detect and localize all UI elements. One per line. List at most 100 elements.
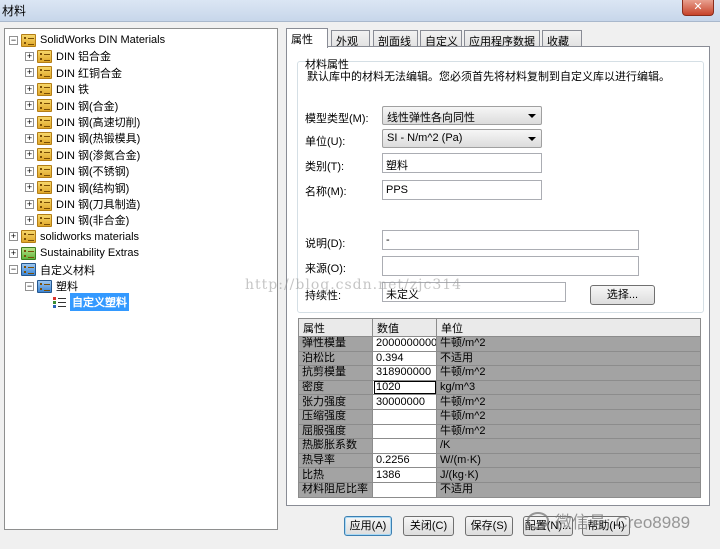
property-unit-cell: J/(kg·K)	[436, 467, 701, 483]
window-title: 材料	[2, 4, 27, 18]
table-row[interactable]: 泊松比 0.394 不适用	[298, 350, 701, 367]
expand-icon[interactable]: +	[25, 183, 34, 193]
tree-item[interactable]: − SolidWorks DIN Materials	[9, 32, 165, 48]
expand-icon[interactable]: +	[25, 215, 34, 225]
close-window-button[interactable]: ✕	[682, 0, 714, 16]
apply-button[interactable]: 应用(A)	[344, 516, 392, 536]
tab-favorites[interactable]: 收藏	[542, 30, 582, 48]
property-name-cell: 材料阻尼比率	[298, 481, 373, 498]
expand-icon[interactable]: +	[25, 150, 34, 160]
description-field[interactable]: -	[382, 230, 639, 250]
tree-item[interactable]: − 自定义材料	[9, 262, 95, 278]
property-unit-cell: /K	[436, 438, 701, 454]
material-tree[interactable]: − SolidWorks DIN Materials + DIN 铝合金 + DIN 红铜…	[4, 28, 278, 530]
tree-item[interactable]: + DIN 钢(合金)	[25, 98, 118, 114]
table-row[interactable]: 热膨胀系数/K	[298, 438, 701, 454]
property-value-cell[interactable]	[372, 481, 437, 498]
tree-item[interactable]: + DIN 钢(高速切削)	[25, 114, 140, 130]
library-folder-icon	[37, 66, 52, 80]
tree-item-label: DIN 红铜合金	[56, 67, 122, 80]
tab-properties[interactable]: 属性	[286, 28, 328, 48]
tree-item[interactable]: + Sustainability Extras	[9, 245, 139, 261]
model-type-label: 模型类型(M):	[305, 113, 369, 125]
property-value-cell[interactable]: 1020	[372, 379, 437, 396]
sustainability-field[interactable]: 未定义	[382, 282, 566, 302]
table-row[interactable]: 张力强度 30000000 牛顿/m^2	[298, 394, 701, 410]
table-row[interactable]: 密度 1020 kg/m^3	[298, 379, 701, 396]
property-value-cell[interactable]: 318900000	[372, 365, 437, 381]
collapse-icon[interactable]: −	[25, 281, 34, 291]
source-field[interactable]	[382, 256, 639, 276]
expand-icon[interactable]: +	[25, 166, 34, 176]
close-button[interactable]: 关闭(C)	[403, 516, 454, 536]
property-value-cell[interactable]	[372, 423, 437, 440]
table-row[interactable]: 材料阻尼比率 不适用	[298, 481, 701, 498]
expand-icon[interactable]: +	[25, 199, 34, 209]
collapse-icon[interactable]: −	[9, 265, 18, 275]
tab-custom[interactable]: 自定义	[420, 30, 462, 48]
property-value-cell[interactable]	[372, 438, 437, 454]
save-button[interactable]: 保存(S)	[465, 516, 513, 536]
expand-icon[interactable]: +	[25, 51, 34, 61]
tree-item[interactable]: + DIN 铁	[25, 81, 89, 97]
library-folder-icon	[37, 148, 52, 162]
tree-item-label: DIN 钢(不锈钢)	[56, 166, 130, 179]
tree-item[interactable]: + DIN 钢(不锈钢)	[25, 163, 129, 179]
tree-item[interactable]: + solidworks materials	[9, 229, 139, 245]
library-folder-icon	[37, 99, 52, 113]
units-select[interactable]: SI - N/m^2 (Pa)	[382, 129, 542, 148]
tree-item-label: SolidWorks DIN Materials	[40, 34, 166, 46]
expand-icon[interactable]: +	[9, 248, 18, 258]
tree-item-label: DIN 钢(非合金)	[56, 215, 130, 228]
property-name-cell: 比热	[298, 467, 373, 483]
tree-item[interactable]: + DIN 钢(刀具制造)	[25, 196, 140, 212]
tree-item[interactable]: + DIN 钢(结构钢)	[25, 180, 129, 196]
property-value-cell[interactable]	[372, 408, 437, 425]
expand-icon[interactable]: +	[25, 101, 34, 111]
config-button[interactable]: 配置(N)...	[523, 516, 573, 536]
tree-item[interactable]: + DIN 铝合金	[25, 48, 111, 64]
table-row[interactable]: 比热 1386 J/(kg·K)	[298, 467, 701, 483]
description-label: 说明(D):	[305, 238, 346, 250]
property-name-cell: 压缩强度	[298, 408, 373, 425]
collapse-icon[interactable]: −	[9, 35, 18, 45]
table-row[interactable]: 弹性模量 2000000000 牛顿/m^2	[298, 336, 701, 352]
property-value-cell[interactable]: 1386	[372, 467, 437, 483]
library-folder-icon	[21, 230, 36, 244]
tree-item[interactable]: + DIN 钢(渗氮合金)	[25, 147, 140, 163]
tab-appearance[interactable]: 外观	[331, 30, 370, 48]
table-row[interactable]: 屈服强度 牛顿/m^2	[298, 423, 701, 440]
property-unit-cell: 牛顿/m^2	[436, 336, 701, 352]
help-button[interactable]: 帮助(H)	[582, 516, 630, 536]
expand-icon[interactable]: +	[9, 232, 18, 242]
tree-item-label: DIN 钢(高速切削)	[56, 117, 141, 129]
category-field[interactable]: 塑料	[382, 153, 542, 173]
property-value-cell[interactable]: 30000000	[372, 394, 437, 410]
property-value-cell[interactable]: 0.394	[372, 350, 437, 367]
expand-icon[interactable]: +	[25, 133, 34, 143]
expand-icon[interactable]: +	[25, 117, 34, 127]
model-type-value: 线性弹性各向同性	[387, 112, 475, 124]
property-value-cell[interactable]: 2000000000	[372, 336, 437, 352]
expand-icon[interactable]: +	[25, 68, 34, 78]
tree-item[interactable]: − 塑料	[25, 278, 78, 294]
name-field[interactable]: PPS	[382, 180, 542, 200]
tree-item[interactable]: + DIN 红铜合金	[25, 65, 122, 81]
units-value: SI - N/m^2 (Pa)	[387, 132, 463, 144]
tree-item[interactable]: + DIN 钢(非合金)	[25, 212, 129, 228]
model-type-select[interactable]: 线性弹性各向同性	[382, 106, 542, 125]
property-name-cell: 屈服强度	[298, 423, 373, 440]
select-button[interactable]: 选择...	[590, 285, 655, 305]
tab-crosshatch[interactable]: 剖面线	[373, 30, 418, 48]
tree-item[interactable]: + DIN 钢(热锻模具)	[25, 130, 140, 146]
table-row[interactable]: 压缩强度 牛顿/m^2	[298, 408, 701, 425]
tree-item[interactable]: 自定义塑料	[41, 293, 129, 312]
expand-icon[interactable]: +	[25, 84, 34, 94]
property-value-cell[interactable]: 0.2256	[372, 452, 437, 469]
group-description: 默认库中的材料无法编辑。您必须首先将材料复制到自定义库以进行编辑。	[307, 71, 670, 83]
tab-application-data[interactable]: 应用程序数据	[464, 30, 540, 48]
table-row[interactable]: 抗剪模量 318900000 牛顿/m^2	[298, 365, 701, 381]
table-row[interactable]: 热导率 0.2256 W/(m·K)	[298, 452, 701, 469]
property-unit-cell: 不适用	[436, 350, 701, 367]
library-folder-icon	[37, 213, 52, 227]
